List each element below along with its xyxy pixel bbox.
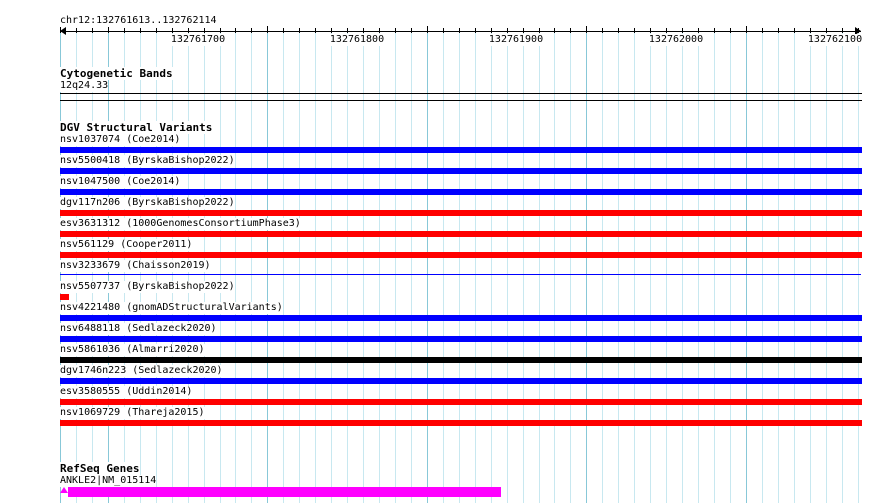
gene-strand-arrow-icon	[60, 487, 68, 493]
variant-bar[interactable]	[60, 189, 862, 195]
variant-label: nsv5500418 (ByrskaBishop2022)	[60, 155, 235, 167]
region-label: chr12:132761613..132762114	[60, 15, 217, 27]
variant-line[interactable]	[60, 274, 861, 275]
variant-bar[interactable]	[60, 378, 862, 384]
variant-bar[interactable]	[60, 168, 862, 174]
variant-label: dgv1746n223 (Sedlazeck2020)	[60, 365, 223, 377]
refseq-track-title[interactable]: RefSeq Genes	[60, 462, 140, 475]
variant-bar[interactable]	[60, 231, 862, 237]
ruler-tick-label: 132762100	[806, 34, 864, 46]
variant-label: nsv4221480 (gnomADStructuralVariants)	[60, 302, 283, 314]
ruler-tick-label: 132761800	[328, 34, 386, 46]
variant-label: nsv1037074 (Coe2014)	[60, 134, 181, 146]
variant-label: dgv117n206 (ByrskaBishop2022)	[60, 197, 235, 209]
dgv-track-title[interactable]: DGV Structural Variants	[60, 121, 213, 134]
variant-label: nsv1069729 (Thareja2015)	[60, 407, 205, 419]
variant-bar[interactable]	[60, 252, 862, 258]
cytoband-line[interactable]	[60, 93, 862, 94]
variant-bar[interactable]	[60, 420, 862, 426]
variant-label: nsv561129 (Cooper2011)	[60, 239, 193, 251]
variant-label: nsv1047500 (Coe2014)	[60, 176, 181, 188]
variant-bar[interactable]	[60, 399, 862, 405]
variant-label: nsv3233679 (Chaisson2019)	[60, 260, 211, 272]
ruler-tick-label: 132761700	[169, 34, 227, 46]
variant-label: esv3631312 (1000GenomesConsortiumPhase3)	[60, 218, 301, 230]
variant-bar[interactable]	[60, 357, 862, 363]
variant-bar[interactable]	[60, 315, 862, 321]
cytoband-track-title[interactable]: Cytogenetic Bands	[60, 67, 173, 80]
ruler-axis	[60, 31, 861, 32]
variant-bar[interactable]	[60, 210, 862, 216]
gene-label: ANKLE2|NM_015114	[60, 475, 157, 487]
variant-bar[interactable]	[60, 336, 862, 342]
variant-bar[interactable]	[60, 294, 69, 300]
gene-feature[interactable]	[68, 487, 501, 497]
cytoband-label: 12q24.33	[60, 80, 109, 92]
variant-label: nsv5861036 (Almarri2020)	[60, 344, 205, 356]
variant-label: esv3580555 (Uddin2014)	[60, 386, 193, 398]
ruler-tick-label: 132761900	[487, 34, 545, 46]
cytoband-line[interactable]	[60, 100, 862, 101]
ruler-tick-label: 132762000	[647, 34, 705, 46]
variant-label: nsv6488118 (Sedlazeck2020)	[60, 323, 217, 335]
variant-label: nsv5507737 (ByrskaBishop2022)	[60, 281, 235, 293]
scroll-left-arrow-icon[interactable]	[60, 27, 66, 35]
variant-bar[interactable]	[60, 147, 862, 153]
